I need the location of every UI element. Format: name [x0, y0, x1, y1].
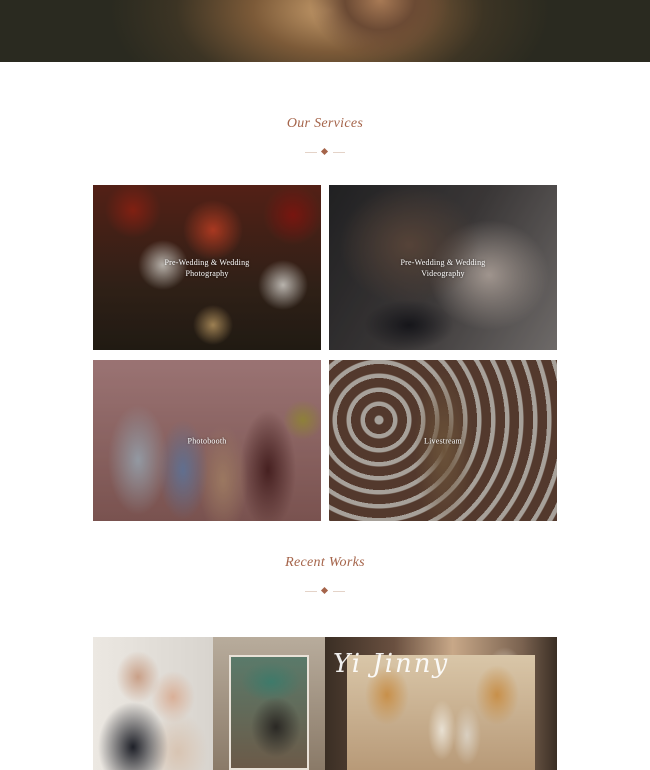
service-tile-label: Pre-Wedding & Wedding Photography — [164, 257, 250, 278]
diamond-icon — [320, 147, 329, 156]
recent-work-photo-embrace — [213, 637, 325, 770]
service-tile-label: Livestream — [424, 436, 462, 445]
recent-work-script-title: Yi Jinny — [333, 649, 450, 679]
hero-banner-image — [0, 0, 650, 62]
hero-couple-photo — [300, 0, 460, 62]
services-section-title: Our Services — [286, 116, 364, 131]
service-tile-livestream[interactable]: Livestream — [329, 360, 557, 521]
divider-line — [333, 590, 345, 592]
diamond-icon — [320, 586, 329, 595]
recent-work-featured[interactable]: Yi Jinny — [93, 637, 557, 770]
divider-line — [333, 151, 345, 153]
service-tile-photography[interactable]: Pre-Wedding & Wedding Photography — [93, 185, 321, 350]
recent-works-divider — [305, 586, 345, 595]
recent-work-photo-couple — [93, 637, 213, 770]
divider-line — [305, 590, 317, 592]
services-divider — [305, 147, 345, 156]
recent-works-section-title: Recent Works — [285, 555, 365, 570]
service-tile-label: Photobooth — [187, 436, 227, 445]
service-tile-videography[interactable]: Pre-Wedding & Wedding Videography — [329, 185, 557, 350]
service-tile-label: Pre-Wedding & Wedding Videography — [400, 257, 486, 278]
divider-line — [305, 151, 317, 153]
service-tile-photobooth[interactable]: Photobooth — [93, 360, 321, 521]
